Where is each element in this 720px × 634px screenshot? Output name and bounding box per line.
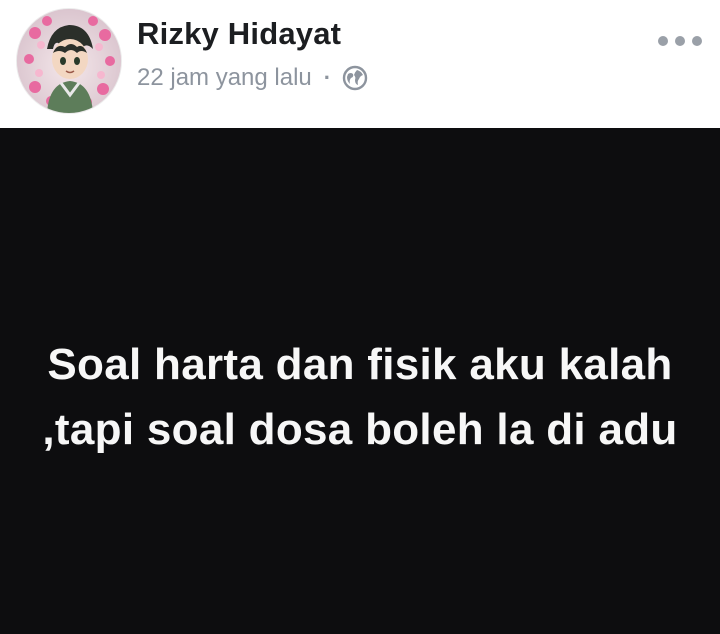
post-text: Soal harta dan fisik aku kalah ,tapi soa…	[0, 332, 720, 462]
post-text-line-1: Soal harta dan fisik aku kalah	[47, 340, 673, 389]
post-text-line-2: ,tapi soal dosa boleh la di adu	[42, 405, 678, 454]
post-meta: 22 jam yang lalu ·	[137, 62, 368, 94]
post-timestamp[interactable]: 22 jam yang lalu	[137, 64, 312, 92]
facebook-post: Rizky Hidayat 22 jam yang lalu · Soal ha…	[0, 0, 720, 634]
author-name[interactable]: Rizky Hidayat	[137, 16, 341, 52]
globe-icon[interactable]	[342, 65, 368, 91]
avatar[interactable]	[17, 9, 121, 113]
meta-separator: ·	[323, 65, 332, 90]
more-options-icon-dot	[692, 36, 702, 46]
more-options-button[interactable]	[658, 28, 702, 54]
post-content-background[interactable]: Soal harta dan fisik aku kalah ,tapi soa…	[0, 128, 720, 634]
avatar-photo	[17, 9, 121, 113]
more-options-icon-dot	[675, 36, 685, 46]
more-options-icon	[658, 36, 668, 46]
post-header: Rizky Hidayat 22 jam yang lalu ·	[0, 0, 720, 128]
